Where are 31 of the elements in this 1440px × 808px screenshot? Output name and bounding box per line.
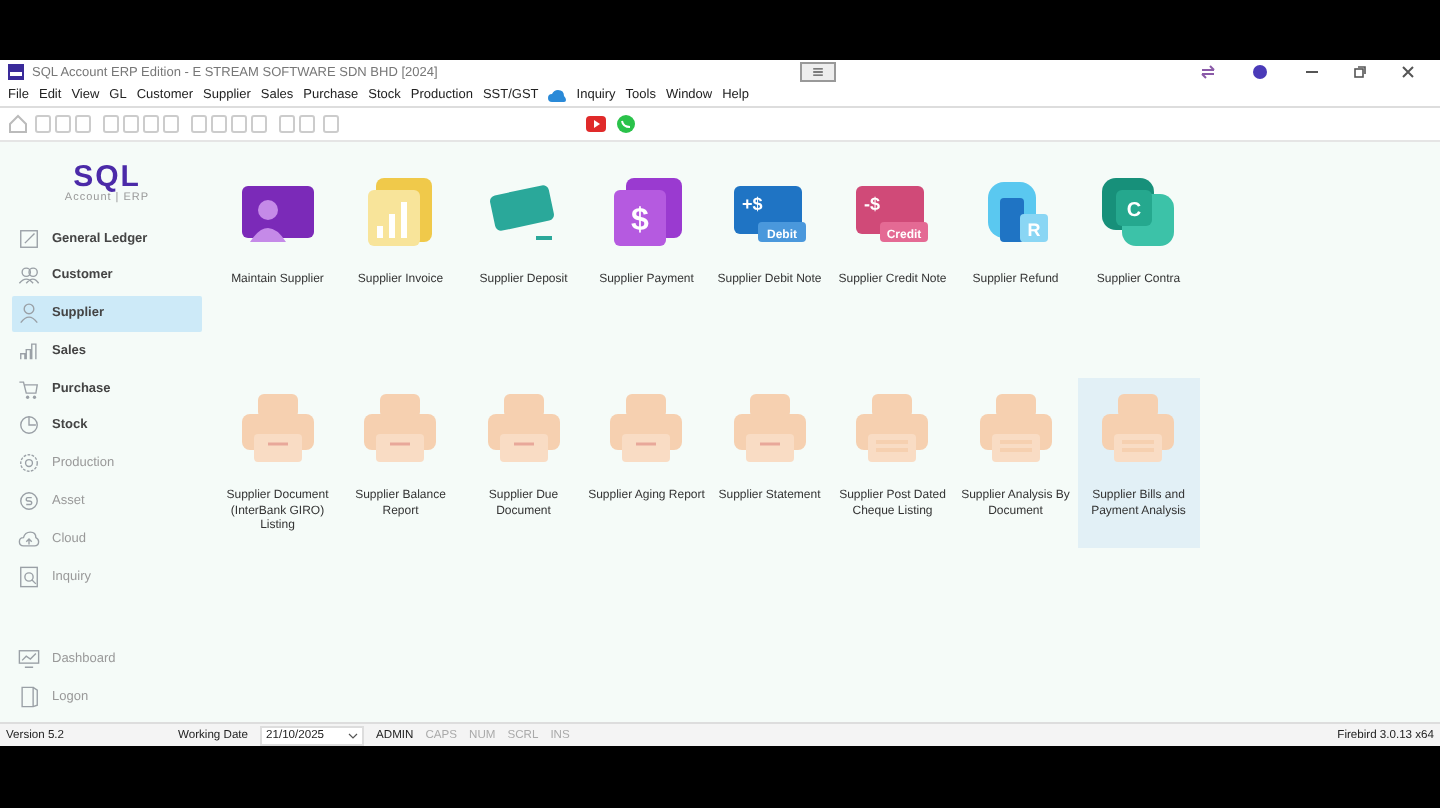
clock-icon (18, 414, 40, 437)
swap-icon[interactable] (1200, 64, 1216, 80)
printer-icon (733, 394, 806, 462)
cart-icon (18, 377, 40, 400)
printer-icon (610, 394, 683, 462)
printer-icon (979, 394, 1052, 462)
printer-icon (856, 394, 929, 462)
cloud-icon (18, 527, 40, 550)
ledger-icon (18, 227, 40, 249)
close-icon[interactable] (1400, 64, 1416, 80)
video-icon[interactable] (584, 114, 608, 134)
card-icon (488, 184, 555, 240)
printer-icon (364, 394, 437, 462)
monitor-icon (18, 647, 40, 670)
printer-icon (487, 394, 560, 462)
menu-icon[interactable] (800, 62, 837, 82)
dropdown-caret-icon[interactable] (348, 731, 359, 739)
search-icon (18, 565, 40, 588)
logo-text: SQL (73, 162, 141, 192)
bar-chart-icon (368, 178, 433, 246)
bar-chart-icon (18, 339, 40, 362)
coin-icon (18, 490, 40, 513)
person-card-icon (241, 186, 314, 242)
cloud-icon (548, 89, 567, 101)
gear-icon (18, 452, 40, 475)
door-icon (18, 685, 40, 708)
printer-icon (241, 394, 314, 462)
people-icon (18, 264, 40, 287)
printer-icon (1102, 394, 1175, 462)
restore-icon[interactable] (1352, 64, 1368, 80)
person-icon (18, 302, 40, 325)
